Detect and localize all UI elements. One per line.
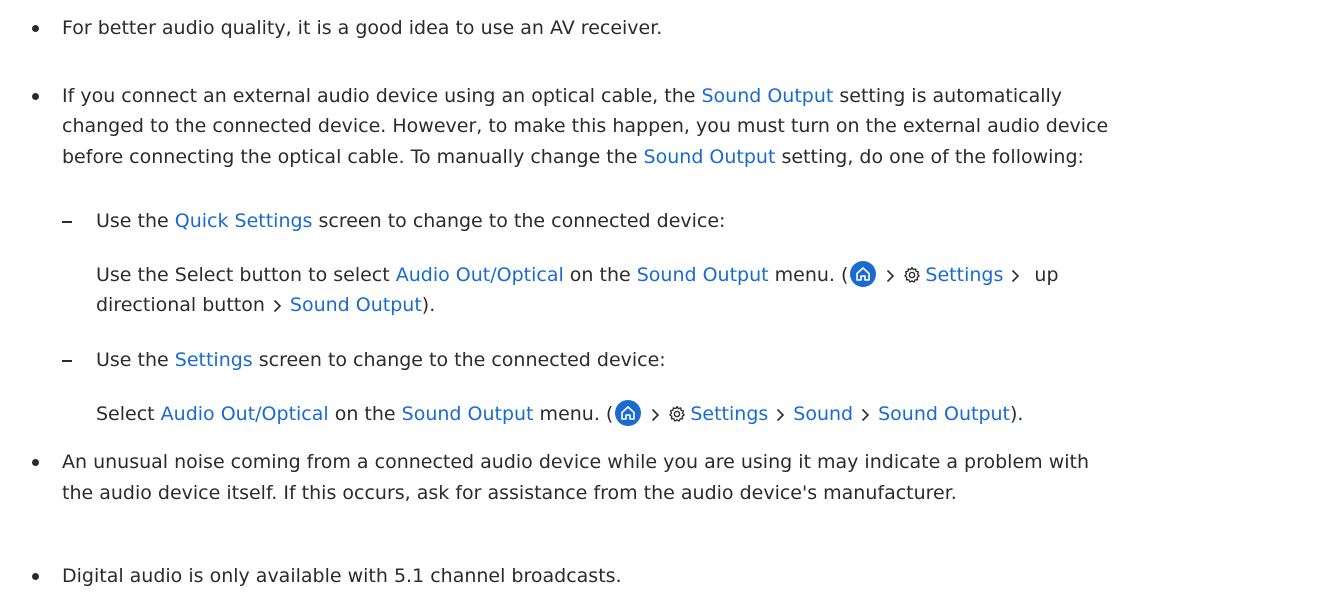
audio-out-optical-link: Audio Out/Optical bbox=[395, 264, 564, 286]
sound-output-link: Sound Output bbox=[701, 85, 834, 107]
sound-output-link: Sound Output bbox=[401, 403, 534, 425]
bullet-2-line-3: before connecting the optical cable. To … bbox=[62, 146, 1084, 168]
chevron-right-icon bbox=[273, 294, 282, 320]
settings-link: Settings bbox=[925, 264, 1004, 286]
sub-item-dash bbox=[62, 221, 72, 223]
bullet-2-line-2: changed to the connected device. However… bbox=[62, 115, 1109, 137]
bullet-dot bbox=[32, 459, 39, 466]
quick-settings-link: Quick Settings bbox=[174, 210, 313, 232]
bullet-3-line-1: An unusual noise coming from a connected… bbox=[62, 451, 1090, 473]
sound-output-link: Sound Output bbox=[636, 264, 769, 286]
chevron-right-icon bbox=[776, 403, 785, 429]
sub-item-1-detail-line-2: directional button Sound Output). bbox=[96, 292, 435, 320]
chevron-right-icon bbox=[651, 403, 660, 429]
chevron-right-icon bbox=[886, 264, 895, 290]
sub-item-1-heading: Use the Quick Settings screen to change … bbox=[96, 210, 726, 232]
audio-out-optical-link: Audio Out/Optical bbox=[160, 403, 329, 425]
home-icon bbox=[850, 261, 877, 287]
settings-link: Settings bbox=[174, 349, 253, 371]
settings-link: Settings bbox=[690, 403, 769, 425]
sound-output-link: Sound Output bbox=[643, 146, 776, 168]
chevron-right-icon bbox=[1011, 264, 1020, 290]
sub-item-2-heading: Use the Settings screen to change to the… bbox=[96, 349, 666, 371]
bullet-3-line-2: the audio device itself. If this occurs,… bbox=[62, 482, 957, 504]
gear-icon bbox=[903, 265, 921, 291]
sub-item-dash bbox=[62, 360, 72, 362]
home-icon bbox=[615, 400, 642, 426]
bullet-dot bbox=[32, 573, 39, 580]
sub-item-2-detail: Select Audio Out/Optical on the Sound Ou… bbox=[96, 400, 1023, 430]
bullet-4-text: Digital audio is only available with 5.1… bbox=[62, 565, 622, 587]
sound-link: Sound bbox=[793, 403, 854, 425]
manual-page: For better audio quality, it is a good i… bbox=[0, 0, 1327, 615]
sound-output-link: Sound Output bbox=[878, 403, 1010, 425]
bullet-2-line-1: If you connect an external audio device … bbox=[62, 85, 1063, 107]
bullet-dot bbox=[32, 25, 39, 32]
bullet-1-text: For better audio quality, it is a good i… bbox=[62, 17, 663, 39]
bullet-dot bbox=[32, 93, 39, 100]
sound-output-link: Sound Output bbox=[289, 294, 422, 316]
gear-icon bbox=[668, 404, 686, 430]
sub-item-1-detail-line-1: Use the Select button to select Audio Ou… bbox=[96, 261, 1059, 291]
chevron-right-icon bbox=[861, 403, 870, 429]
